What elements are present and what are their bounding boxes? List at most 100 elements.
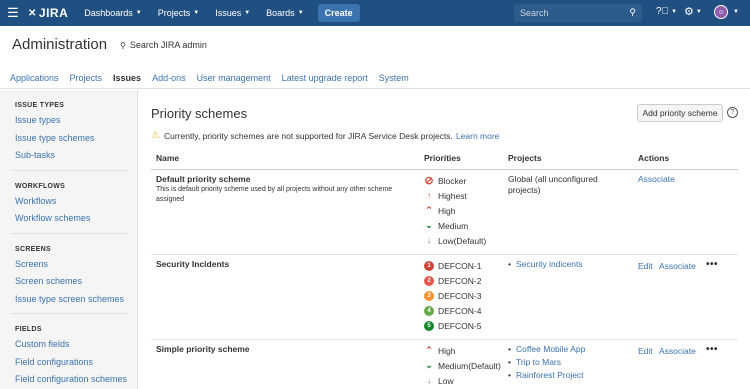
sidebar-item-field-configuration-schemes[interactable]: Field configuration schemes: [15, 374, 137, 389]
section-title: Priority schemes: [151, 106, 248, 121]
sidebar-heading: ISSUE TYPES: [15, 102, 65, 109]
double-chevron-up-icon: ⌃: [425, 205, 433, 215]
tab-projects[interactable]: Projects: [70, 73, 103, 83]
jira-logo[interactable]: ✕ JIRA: [28, 6, 68, 20]
sidebar-section-issue-types: ISSUE TYPES Issue types Issue type schem…: [10, 90, 137, 171]
bullet: •: [508, 357, 511, 367]
help-icon[interactable]: ?: [727, 107, 738, 118]
warning-icon: ⚠: [151, 130, 160, 141]
project-link[interactable]: • Security indicents: [508, 259, 583, 269]
sidebar-item-issue-type-schemes[interactable]: Issue type schemes: [15, 133, 137, 151]
project-link[interactable]: • Coffee Mobile App: [508, 344, 585, 354]
sidebar-item-issue-types[interactable]: Issue types: [15, 115, 137, 133]
priority-label: Blocker: [438, 175, 467, 186]
avatar[interactable]: ☺: [714, 5, 728, 19]
nav-boards[interactable]: Boards ▼: [266, 8, 303, 18]
arrow-down-icon: ↓: [427, 236, 431, 245]
blocker-icon: ⊘: [424, 175, 434, 187]
chevron-down-icon: ▼: [244, 10, 251, 16]
admin-tabs: Applications Projects Issues Add-ons Use…: [0, 67, 750, 89]
nav-dashboards[interactable]: Dashboards ▼: [84, 8, 141, 18]
sidebar-item-sub-tasks[interactable]: Sub-tasks: [15, 150, 137, 168]
scheme-name: Default priority scheme: [156, 174, 251, 184]
jira-logo-icon: ✕: [28, 7, 37, 19]
more-actions-icon[interactable]: •••: [706, 259, 718, 270]
sidebar-item-workflows[interactable]: Workflows: [15, 196, 137, 214]
tab-latest-upgrade-report[interactable]: Latest upgrade report: [282, 73, 368, 83]
help-menu[interactable]: ?⃝ ▼: [656, 6, 677, 17]
sidebar-item-workflow-schemes[interactable]: Workflow schemes: [15, 213, 137, 231]
table-row: Simple priority scheme ⌃ High ⌄ Medium(Def…: [151, 340, 738, 389]
priority-item: ↑ Highest: [424, 188, 467, 203]
quick-search-input[interactable]: Search ⚲: [514, 4, 642, 22]
project-link[interactable]: • Rainforest Project: [508, 370, 584, 380]
learn-more-link[interactable]: Learn more: [456, 131, 499, 141]
arrow-up-icon: ↑: [427, 191, 431, 200]
project-name: Rainforest Project: [515, 370, 584, 380]
chevron-down-icon: ▼: [695, 8, 702, 15]
tab-issues[interactable]: Issues: [113, 73, 141, 83]
warning-text: Currently, priority schemes are not supp…: [163, 130, 453, 141]
associate-link[interactable]: Associate: [659, 261, 696, 271]
admin-header: Administration ⚲ Search JIRA admin: [0, 26, 750, 67]
tab-system[interactable]: System: [379, 73, 409, 83]
sidebar-item-screen-schemes[interactable]: Screen schemes: [15, 276, 137, 294]
column-header-priorities: Priorities: [424, 153, 461, 163]
project-name: Trip to Mars: [515, 357, 562, 367]
sidebar-heading: SCREENS: [15, 245, 51, 253]
column-header-name: Name: [156, 153, 180, 163]
priority-label: Low: [438, 375, 454, 386]
sidebar-item-field-configurations[interactable]: Field configurations: [15, 357, 137, 375]
help-icon: ?⃝: [656, 6, 670, 17]
priority-label: DEFCON-5: [438, 320, 482, 331]
priority-label: High: [438, 345, 456, 356]
priority-item: 2 DEFCON-2: [424, 273, 481, 288]
scheme-name: Simple priority scheme: [156, 344, 250, 354]
bullet: •: [508, 259, 511, 269]
associate-link[interactable]: Associate: [659, 346, 696, 356]
tab-applications[interactable]: Applications: [10, 73, 59, 83]
priority-item: ⌃ High: [424, 203, 455, 218]
more-actions-icon[interactable]: •••: [706, 344, 718, 355]
sidebar-item-custom-fields[interactable]: Custom fields: [15, 339, 137, 357]
app-switcher-icon[interactable]: ☰: [0, 0, 26, 26]
nav-projects[interactable]: Projects ▼: [158, 8, 199, 18]
priority-label: DEFCON-2: [438, 275, 482, 286]
priority-label: DEFCON-3: [438, 290, 482, 301]
add-priority-scheme-button[interactable]: Add priority scheme: [637, 104, 723, 122]
priority-label: Low(Default): [438, 235, 487, 246]
nav-boards-label: Boards: [266, 8, 295, 18]
tab-add-ons[interactable]: Add-ons: [152, 73, 186, 83]
defcon-3-icon: 3: [424, 290, 434, 301]
chevron-down-icon: ▼: [297, 10, 304, 16]
main-content: Priority schemes Add priority scheme ? ⚠…: [139, 90, 750, 389]
priority-item: 1 DEFCON-1: [424, 258, 481, 273]
admin-sidebar: ISSUE TYPES Issue types Issue type schem…: [0, 90, 138, 389]
sidebar-item-issue-type-screen-schemes[interactable]: Issue type screen schemes: [15, 294, 137, 312]
arrow-down-icon: ↓: [427, 376, 431, 385]
double-chevron-down-icon: ⌄: [425, 360, 433, 370]
scheme-name: Security Incidents: [156, 259, 230, 269]
sidebar-item-screens[interactable]: Screens: [15, 259, 137, 277]
priority-item: 4 DEFCON-4: [424, 303, 481, 318]
bullet: •: [508, 344, 511, 354]
priority-item: ⌄ Medium: [424, 218, 468, 233]
nav-issues[interactable]: Issues ▼: [215, 8, 250, 18]
tab-user-management[interactable]: User management: [197, 73, 271, 83]
search-icon: ⚲: [629, 7, 636, 17]
project-link[interactable]: • Trip to Mars: [508, 357, 561, 367]
table-header: Name Priorities Projects Actions: [151, 148, 738, 170]
chevron-down-icon: ▼: [135, 10, 142, 16]
priority-item: ⌄ Medium(Default): [424, 358, 501, 373]
priority-item: 3 DEFCON-3: [424, 288, 481, 303]
edit-link[interactable]: Edit: [638, 261, 653, 271]
priority-label: Highest: [438, 190, 467, 201]
quick-search-placeholder: Search: [520, 8, 549, 18]
create-button[interactable]: Create: [317, 4, 360, 22]
associate-link[interactable]: Associate: [638, 174, 675, 184]
admin-settings-menu[interactable]: ⚙ ▼: [684, 5, 702, 18]
edit-link[interactable]: Edit: [638, 346, 653, 356]
gear-icon: ⚙: [684, 6, 694, 18]
priority-label: DEFCON-4: [438, 305, 482, 316]
admin-search[interactable]: ⚲ Search JIRA admin: [120, 40, 207, 50]
